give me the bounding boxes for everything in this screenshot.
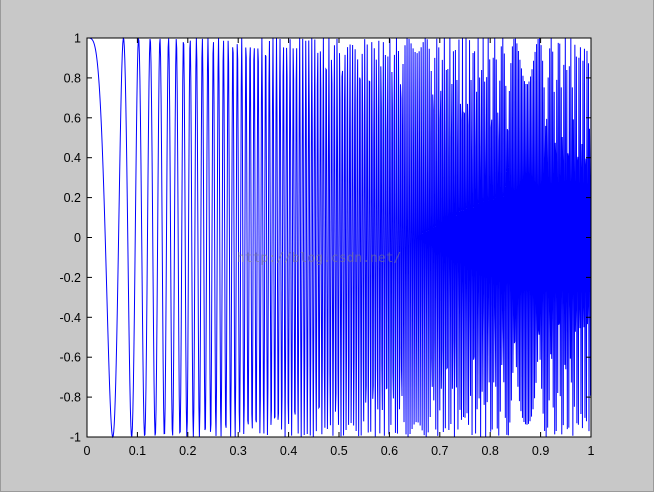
x-tick-label: 0	[84, 444, 91, 458]
x-tick-label: 0.2	[179, 444, 196, 458]
y-tick-label: 0.2	[64, 191, 81, 205]
x-tick-labels: 0 0.1 0.2 0.3 0.4 0.5 0.6 0.7 0.8 0.9 1	[84, 444, 595, 458]
x-tick-label: 0.9	[532, 444, 549, 458]
watermark-text: http://blog.csdn.net/	[237, 251, 401, 266]
line-chart: 0 0.1 0.2 0.3 0.4 0.5 0.6 0.7 0.8 0.9 1 -1 -0.8 -0.6…	[59, 32, 595, 459]
y-tick-label: 0.4	[64, 151, 81, 165]
x-tick-label: 0.7	[431, 444, 448, 458]
x-tick-label: 1	[588, 444, 595, 458]
y-tick-label: -1	[70, 431, 81, 445]
x-tick-label: 0.5	[330, 444, 347, 458]
x-tick-label: 0.6	[381, 444, 398, 458]
y-tick-labels: -1 -0.8 -0.6 -0.4 -0.2 0 0.2 0.4 0.6 0.8 1	[59, 32, 81, 445]
y-tick-label: -0.4	[59, 311, 81, 325]
y-tick-label: 0.6	[64, 111, 81, 125]
y-tick-label: 1	[74, 32, 81, 46]
y-tick-label: -0.2	[59, 271, 81, 285]
x-tick-label: 0.3	[230, 444, 247, 458]
y-tick-label: 0.8	[64, 71, 81, 85]
x-tick-label: 0.4	[280, 444, 297, 458]
y-tick-label: 0	[74, 231, 81, 245]
x-tick-label: 0.1	[129, 444, 146, 458]
figure-window: 0 0.1 0.2 0.3 0.4 0.5 0.6 0.7 0.8 0.9 1 -1 -0.8 -0.6…	[0, 0, 654, 492]
y-tick-label: -0.6	[59, 351, 81, 365]
y-tick-label: -0.8	[59, 391, 81, 405]
x-tick-label: 0.8	[482, 444, 499, 458]
